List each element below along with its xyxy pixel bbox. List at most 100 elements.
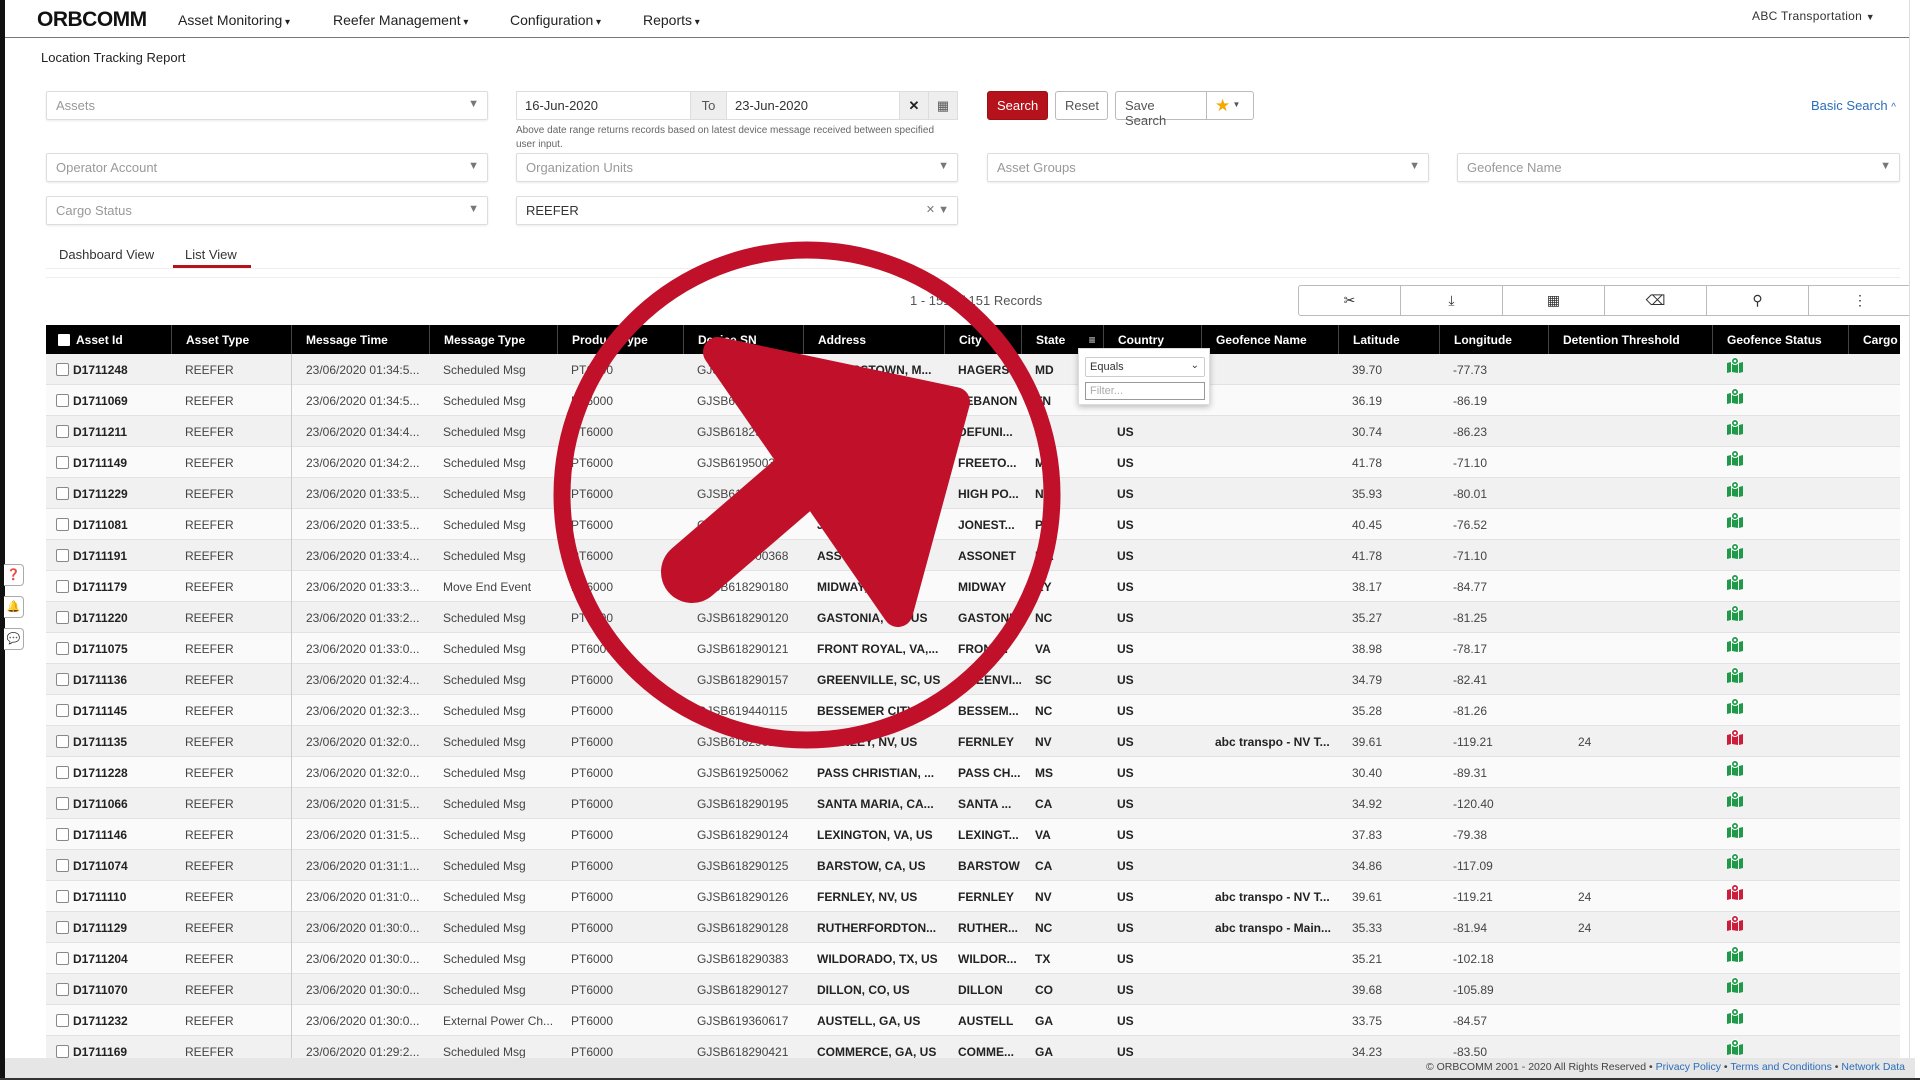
asset-id[interactable]: D1711074	[73, 859, 128, 873]
table-row[interactable]: D1711110 REEFER 23/06/2020 01:31:0... Sched…	[46, 881, 1900, 912]
table-row[interactable]: D1711069 REEFER 23/06/2020 01:34:5... Sched…	[46, 385, 1900, 416]
row-checkbox[interactable]	[56, 425, 69, 438]
table-row[interactable]: D1711075 REEFER 23/06/2020 01:33:0... Sched…	[46, 633, 1900, 664]
geofence-status-icon[interactable]	[1726, 419, 1744, 435]
table-row[interactable]: D1711220 REEFER 23/06/2020 01:33:2... Sched…	[46, 602, 1900, 633]
clear-and-caret-icon[interactable]: ✕ ▼	[926, 203, 949, 216]
save-search-button[interactable]: Save Search	[1115, 91, 1207, 128]
geofence-status-icon[interactable]	[1726, 698, 1744, 714]
search-button[interactable]: Search	[987, 91, 1048, 120]
geofence-status-icon[interactable]	[1726, 729, 1744, 745]
row-checkbox[interactable]	[56, 1045, 69, 1058]
favorites-dropdown[interactable]: ★ ▼	[1206, 91, 1254, 120]
menu-configuration[interactable]: Configuration	[510, 12, 601, 28]
asset-id[interactable]: D1711136	[73, 673, 127, 687]
tools-icon[interactable]: ✂	[1299, 286, 1401, 315]
table-row[interactable]: D1711204 REEFER 23/06/2020 01:30:0... Sched…	[46, 943, 1900, 974]
column-header-message-type[interactable]: Message Type	[429, 325, 557, 354]
menu-reefer-management[interactable]: Reefer Management	[333, 12, 468, 28]
asset-id[interactable]: D1711146	[73, 828, 127, 842]
column-header-geofence-status[interactable]: Geofence Status	[1712, 325, 1848, 354]
table-row[interactable]: D1711248 REEFER 23/06/2020 01:34:5... Sched…	[46, 354, 1900, 385]
asset-id[interactable]: D1711110	[73, 890, 126, 904]
geofence-status-icon[interactable]	[1726, 667, 1744, 683]
basic-search-toggle[interactable]: Basic Search ^	[1811, 98, 1896, 113]
asset-id[interactable]: D1711232	[73, 1014, 128, 1028]
geofence-status-icon[interactable]	[1726, 884, 1744, 900]
clear-date-icon[interactable]: ✕	[899, 91, 929, 120]
geofence-status-icon[interactable]	[1726, 1008, 1744, 1024]
row-checkbox[interactable]	[56, 580, 69, 593]
column-header-detention-threshold[interactable]: Detention Threshold	[1548, 325, 1712, 354]
table-row[interactable]: D1711070 REEFER 23/06/2020 01:30:0... Sched…	[46, 974, 1900, 1005]
row-checkbox[interactable]	[56, 983, 69, 996]
geofence-status-icon[interactable]	[1726, 388, 1744, 404]
asset-id[interactable]: D1711229	[73, 487, 128, 501]
operator-account-select[interactable]: Operator Account ▼	[46, 153, 488, 182]
column-header-latitude[interactable]: Latitude	[1338, 325, 1439, 354]
row-checkbox[interactable]	[56, 921, 69, 934]
asset-id[interactable]: D1711145	[73, 704, 127, 718]
table-row[interactable]: D1711081 REEFER 23/06/2020 01:33:5... Sched…	[46, 509, 1900, 540]
table-row[interactable]: D1711228 REEFER 23/06/2020 01:32:0... Sched…	[46, 757, 1900, 788]
table-row[interactable]: D1711179 REEFER 23/06/2020 01:33:3... Move …	[46, 571, 1900, 602]
row-checkbox[interactable]	[56, 549, 69, 562]
tab-dashboard-view[interactable]: Dashboard View	[59, 247, 154, 262]
page-scrollbar[interactable]	[1909, 0, 1920, 1080]
asset-groups-select[interactable]: Asset Groups ▼	[987, 153, 1429, 182]
account-dropdown[interactable]: ABC Transportation ▼	[1752, 9, 1875, 23]
geofence-status-icon[interactable]	[1726, 636, 1744, 652]
asset-id[interactable]: D1711228	[73, 766, 128, 780]
table-row[interactable]: D1711191 REEFER 23/06/2020 01:33:4... Sched…	[46, 540, 1900, 571]
geofence-status-icon[interactable]	[1726, 605, 1744, 621]
asset-id[interactable]: D1711204	[73, 952, 128, 966]
row-checkbox[interactable]	[56, 487, 69, 500]
geofence-status-icon[interactable]	[1726, 822, 1744, 838]
bell-icon[interactable]: 🔔	[4, 596, 24, 618]
row-checkbox[interactable]	[56, 642, 69, 655]
asset-id[interactable]: D1711169	[73, 1045, 127, 1059]
asset-id[interactable]: D1711075	[73, 642, 128, 656]
filter-operator-select[interactable]: Equals ⌄	[1085, 357, 1205, 377]
column-header-address[interactable]: Address	[803, 325, 944, 354]
row-checkbox[interactable]	[56, 673, 69, 686]
row-checkbox[interactable]	[56, 859, 69, 872]
eraser-icon[interactable]: ⌫	[1605, 286, 1707, 315]
asset-id[interactable]: D1711135	[73, 735, 127, 749]
row-checkbox[interactable]	[56, 828, 69, 841]
asset-id[interactable]: D1711191	[73, 549, 127, 563]
row-checkbox[interactable]	[56, 766, 69, 779]
organization-units-select[interactable]: Organization Units ▼	[516, 153, 958, 182]
column-header-geofence-name[interactable]: Geofence Name	[1201, 325, 1338, 354]
column-header-product-type[interactable]: Product Type	[557, 325, 683, 354]
network-data-link[interactable]: Network Data	[1841, 1061, 1905, 1073]
column-filter-input[interactable]: Filter...	[1085, 382, 1205, 400]
asset-id[interactable]: D1711211	[73, 425, 127, 439]
asset-type-select[interactable]: REEFER ✕ ▼	[516, 196, 958, 225]
table-row[interactable]: D1711229 REEFER 23/06/2020 01:33:5... Sched…	[46, 478, 1900, 509]
geofence-status-icon[interactable]	[1726, 512, 1744, 528]
table-row[interactable]: D1711136 REEFER 23/06/2020 01:32:4... Sched…	[46, 664, 1900, 695]
asset-id[interactable]: D1711129	[73, 921, 127, 935]
asset-id[interactable]: D1711220	[73, 611, 128, 625]
map-pin-icon[interactable]: ⚲	[1707, 286, 1809, 315]
tab-list-view[interactable]: List View	[185, 247, 237, 262]
column-header-device-sn[interactable]: Device SN	[683, 325, 803, 354]
row-checkbox[interactable]	[56, 704, 69, 717]
table-row[interactable]: D1711074 REEFER 23/06/2020 01:31:1... Sched…	[46, 850, 1900, 881]
cargo-status-select[interactable]: Cargo Status ▼	[46, 196, 488, 225]
asset-id[interactable]: D1711081	[73, 518, 128, 532]
calendar-icon[interactable]: ▦	[928, 91, 958, 120]
assets-select[interactable]: Assets ▼	[46, 91, 488, 120]
download-icon[interactable]: ⤓	[1401, 286, 1503, 315]
date-to-input[interactable]: 23-Jun-2020	[726, 91, 900, 120]
row-checkbox[interactable]	[56, 518, 69, 531]
reset-button[interactable]: Reset	[1055, 91, 1108, 120]
asset-id[interactable]: D1711069	[73, 394, 128, 408]
table-row[interactable]: D1711211 REEFER 23/06/2020 01:34:4... Sched…	[46, 416, 1900, 447]
column-header-message-time[interactable]: Message Time	[291, 325, 429, 354]
geofence-status-icon[interactable]	[1726, 915, 1744, 931]
table-row[interactable]: D1711129 REEFER 23/06/2020 01:30:0... Sched…	[46, 912, 1900, 943]
geofence-status-icon[interactable]	[1726, 357, 1744, 373]
column-header-cargo[interactable]: Cargo	[1848, 325, 1900, 354]
